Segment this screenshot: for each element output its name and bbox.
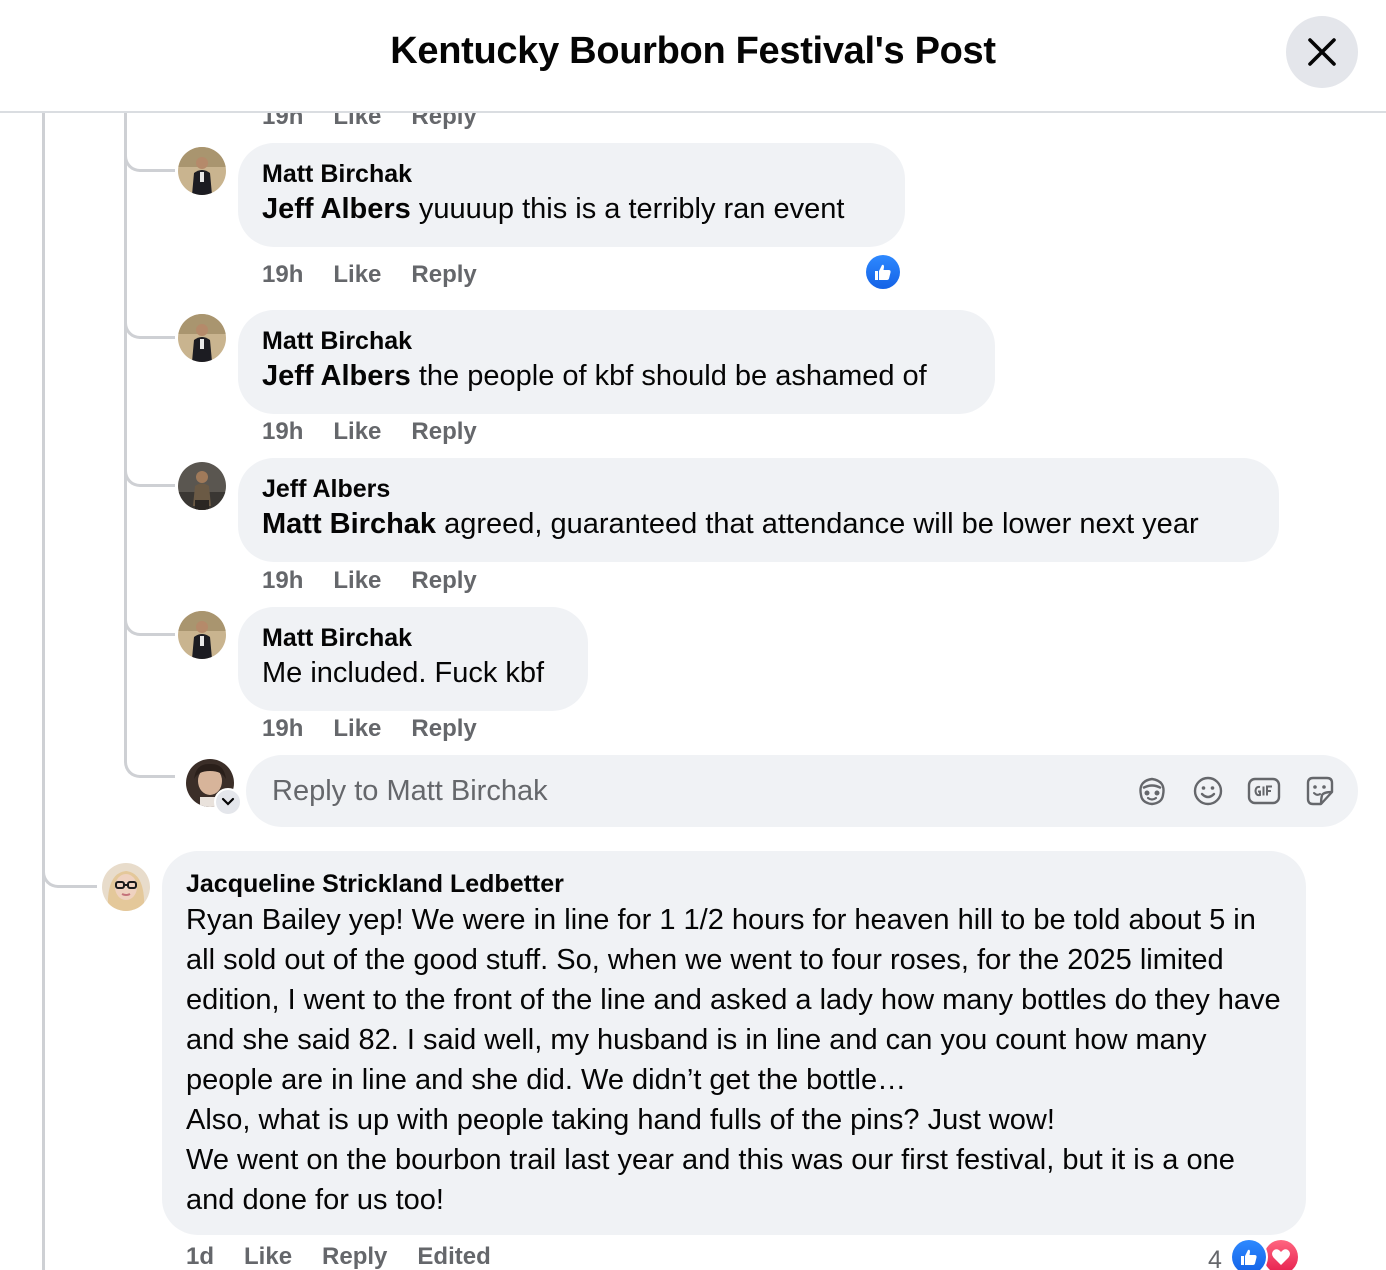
close-button[interactable] — [1286, 16, 1358, 88]
thread-connector — [124, 141, 175, 172]
comment-meta: 19h Like Reply — [262, 567, 507, 595]
thread-connector — [124, 605, 175, 636]
like-link[interactable]: Like — [333, 715, 381, 742]
comment-bubble: Jeff Albers Matt Birchak agreed, guarant… — [238, 458, 1279, 562]
comment-text: Jeff Albers yuuuup this is a terribly ra… — [262, 189, 881, 229]
emoji-icon[interactable] — [1190, 773, 1226, 809]
reply-link[interactable]: Reply — [411, 261, 476, 288]
avatar[interactable] — [178, 314, 226, 362]
reply-input[interactable] — [270, 774, 1094, 809]
comment-text: Jeff Albers the people of kbf should be … — [262, 356, 971, 396]
comment-time: 19h — [262, 113, 304, 130]
mention-link[interactable]: Jeff Albers — [262, 193, 411, 225]
comment-body: Ryan Bailey yep! We were in line for 1 1… — [186, 904, 1281, 1096]
avatar[interactable] — [178, 462, 226, 510]
comment-author[interactable]: Jeff Albers — [262, 474, 1255, 504]
comment-time: 19h — [262, 261, 304, 288]
comment-body: the people of kbf should be ashamed of — [410, 360, 927, 392]
comment-bubble: Matt Birchak Jeff Albers the people of k… — [238, 310, 995, 414]
comment-text: Me included. Fuck kbf — [262, 653, 564, 693]
comment-author[interactable]: Matt Birchak — [262, 326, 971, 356]
avatar[interactable] — [102, 863, 150, 911]
comment-body: yuuuup this is a terribly ran event — [410, 193, 845, 225]
comment-body: We went on the bourbon trail last year a… — [186, 1144, 1235, 1216]
like-link[interactable]: Like — [244, 1243, 292, 1270]
mention-link[interactable]: Jeff Albers — [262, 360, 411, 392]
like-icon — [875, 264, 891, 280]
gif-icon[interactable] — [1246, 773, 1282, 809]
comment-body: Me included. Fuck kbf — [262, 657, 545, 689]
thread-connector — [124, 308, 175, 339]
reply-link[interactable]: Reply — [322, 1243, 387, 1270]
avatar[interactable] — [178, 611, 226, 659]
thread-connector — [124, 745, 175, 778]
comment-time: 1d — [186, 1243, 215, 1270]
avatar-sticker-icon[interactable] — [1134, 773, 1170, 809]
page-title: Kentucky Bourbon Festival's Post — [390, 30, 996, 72]
like-link[interactable]: Like — [333, 418, 381, 445]
reply-link[interactable]: Reply — [411, 715, 476, 742]
avatar[interactable] — [178, 147, 226, 195]
reaction-count: 4 — [1208, 1246, 1222, 1270]
account-switch-chevron[interactable] — [214, 788, 242, 816]
comment-meta: 19h Like Reply — [262, 715, 507, 743]
reply-composer[interactable] — [246, 755, 1358, 827]
thread-connector — [42, 851, 97, 888]
comment-time: 19h — [262, 715, 304, 742]
reply-link[interactable]: Reply — [411, 567, 476, 594]
thread-line-inner — [124, 113, 127, 761]
comment-bubble: Matt Birchak Jeff Albers yuuuup this is … — [238, 143, 905, 247]
comment-author[interactable]: Jacqueline Strickland Ledbetter — [186, 867, 1282, 899]
comment-meta: 1d Like Reply Edited — [186, 1243, 521, 1270]
heart-icon — [1272, 1249, 1290, 1265]
thread-connector — [124, 456, 175, 487]
comment-time: 19h — [262, 567, 304, 594]
mention-link[interactable]: Matt Birchak — [262, 508, 436, 540]
comment-meta-partial: 19h Like Reply — [262, 113, 507, 131]
like-icon — [1241, 1249, 1257, 1265]
like-link[interactable]: Like — [333, 261, 381, 288]
thread-line-outer — [42, 113, 45, 1270]
reaction-badge[interactable] — [864, 253, 902, 291]
reply-link[interactable]: Reply — [411, 113, 476, 130]
like-link[interactable]: Like — [333, 113, 381, 130]
comment-time: 19h — [262, 418, 304, 445]
close-icon — [1308, 38, 1336, 66]
sticker-icon[interactable] — [1302, 773, 1338, 809]
comment-bubble: Matt Birchak Me included. Fuck kbf — [238, 607, 588, 711]
chevron-down-icon — [221, 797, 235, 806]
comment-author[interactable]: Matt Birchak — [262, 159, 881, 189]
comments-area[interactable]: 19h Like Reply Matt Birchak Jeff Albers yu… — [0, 113, 1386, 1270]
comment-bubble: Jacqueline Strickland Ledbetter Ryan Bai… — [162, 851, 1306, 1235]
like-reaction — [1230, 1238, 1268, 1270]
edited-label: Edited — [417, 1243, 491, 1270]
like-link[interactable]: Like — [333, 567, 381, 594]
comment-body: Also, what is up with people taking hand… — [186, 1104, 1055, 1136]
post-header: Kentucky Bourbon Festival's Post — [0, 0, 1386, 113]
comment-body: agreed, guaranteed that attendance will … — [436, 508, 1199, 540]
comment-author[interactable]: Matt Birchak — [262, 623, 564, 653]
comment-meta: 19h Like Reply — [262, 261, 507, 289]
reply-link[interactable]: Reply — [411, 418, 476, 445]
comment-meta: 19h Like Reply — [262, 418, 507, 446]
comment-text: Matt Birchak agreed, guaranteed that att… — [262, 504, 1255, 544]
